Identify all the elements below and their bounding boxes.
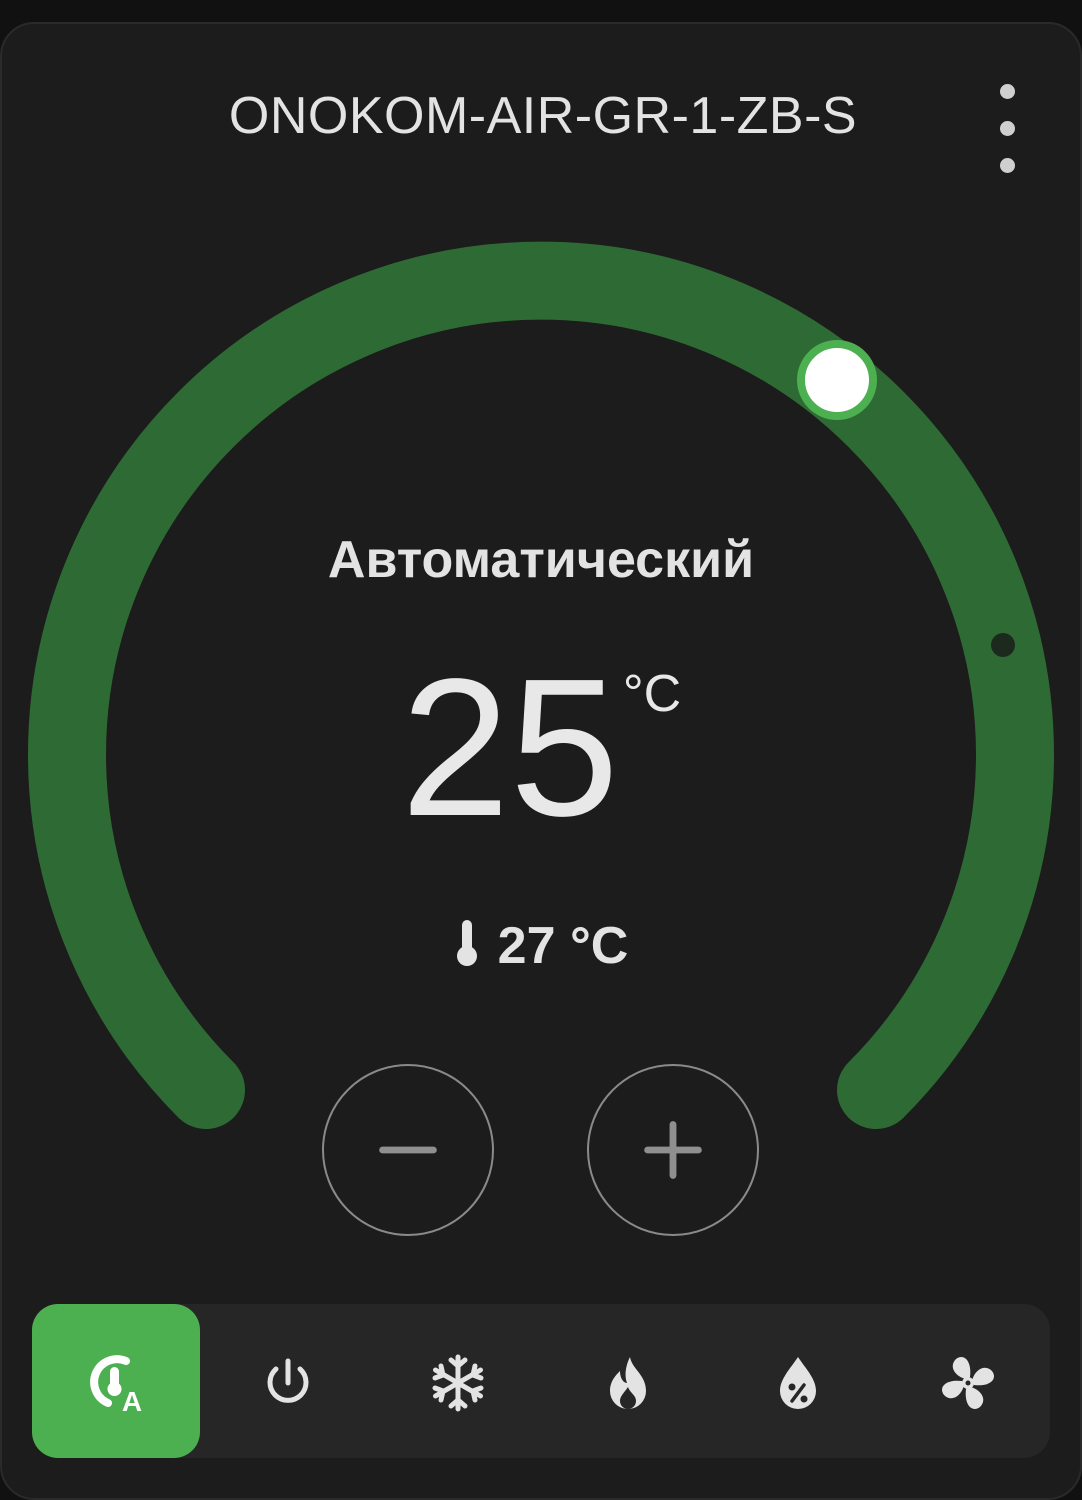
- target-temperature: 25°C: [0, 650, 1082, 846]
- minus-icon: [379, 1146, 437, 1154]
- mode-cool-button[interactable]: [372, 1304, 540, 1458]
- dial-handle[interactable]: [797, 340, 877, 420]
- mode-fan-only-button[interactable]: [882, 1304, 1050, 1458]
- increase-temperature-button[interactable]: [587, 1064, 759, 1236]
- fire-icon: [610, 1357, 646, 1409]
- current-temperature: 27 °C: [0, 916, 1082, 981]
- hvac-mode-bar: A: [32, 1304, 1050, 1458]
- target-temperature-unit: °C: [622, 665, 682, 723]
- target-temperature-value: 25: [400, 638, 619, 857]
- snowflake-icon: [432, 1354, 484, 1412]
- mode-dry-button[interactable]: [712, 1304, 880, 1458]
- hvac-mode-label: Автоматический: [327, 531, 755, 589]
- mode-off-button[interactable]: [202, 1304, 370, 1458]
- svg-text:A: A: [122, 1386, 142, 1415]
- mode-auto-button[interactable]: A: [32, 1304, 200, 1458]
- thermometer-icon: [454, 918, 480, 981]
- plus-icon: [644, 1121, 702, 1179]
- water-percent-icon: [780, 1357, 816, 1409]
- current-temperature-value: 27 °C: [497, 917, 629, 975]
- fan-icon: [942, 1357, 994, 1409]
- decrease-temperature-button[interactable]: [322, 1064, 494, 1236]
- power-icon: [267, 1358, 309, 1403]
- thermostat-auto-icon: A: [90, 1355, 142, 1415]
- mode-heat-button[interactable]: [542, 1304, 710, 1458]
